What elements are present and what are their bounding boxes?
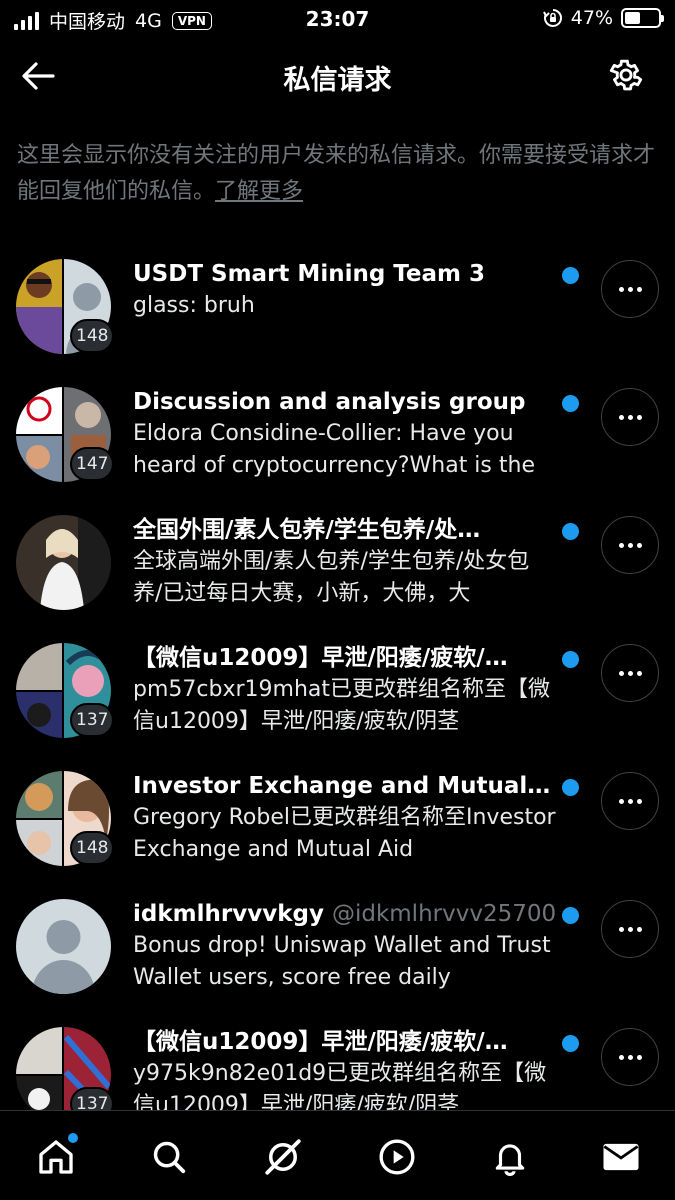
learn-more-link[interactable]: 了解更多 bbox=[215, 179, 303, 204]
battery-icon bbox=[621, 8, 664, 28]
requests-notice: 这里会显示你没有关注的用户发来的私信请求。你需要接受请求才能回复他们的私信。了解… bbox=[17, 138, 662, 210]
message-preview: 全球高端外围/素人包养/学生包养/处女包养/已过每日大赛，小新，大佛，大 bbox=[133, 549, 530, 606]
conversation-title: 全国外围/素人包养/学生包养/处… bbox=[133, 517, 481, 543]
tab-notifications[interactable] bbox=[486, 1133, 534, 1181]
notification-dot bbox=[68, 1133, 78, 1143]
page-title: 私信请求 bbox=[283, 65, 392, 96]
tab-video[interactable] bbox=[373, 1133, 421, 1181]
settings-button[interactable] bbox=[605, 54, 647, 96]
search-icon bbox=[153, 1141, 186, 1174]
status-bar: 中国移动 4G VPN 23:07 47% bbox=[0, 0, 675, 38]
conversation-name: Investor Exchange and Mutual Ai… bbox=[133, 770, 558, 802]
unread-dot bbox=[562, 395, 579, 412]
conversation-name: USDT Smart Mining Team 3 bbox=[133, 258, 558, 290]
user-handle: @idkmlhrvvv25700 bbox=[331, 901, 557, 927]
unread-dot bbox=[562, 907, 579, 924]
member-count-badge: 137 bbox=[70, 1087, 115, 1110]
conversation-title: 【微信u12009】早泄/阳痿/疲软/… bbox=[133, 1029, 508, 1055]
member-count-badge: 137 bbox=[70, 703, 115, 737]
tab-home[interactable] bbox=[32, 1133, 80, 1181]
bottom-tab-bar bbox=[0, 1110, 675, 1200]
unread-dot bbox=[562, 779, 579, 796]
grok-icon bbox=[265, 1139, 301, 1175]
conversation-name: Discussion and analysis group bbox=[133, 386, 558, 418]
message-preview: glass: bruh bbox=[133, 293, 255, 318]
more-options-button[interactable] bbox=[601, 772, 659, 830]
list-item[interactable]: 137 【微信u12009】早泄/阳痿/疲软/… pm57cbxr19mhat已… bbox=[0, 624, 675, 752]
more-options-button[interactable] bbox=[601, 516, 659, 574]
more-options-button[interactable] bbox=[601, 388, 659, 446]
list-item[interactable]: 137 【微信u12009】早泄/阳痿/疲软/… y975k9n82e01d9已… bbox=[0, 1008, 675, 1110]
more-options-button[interactable] bbox=[601, 260, 659, 318]
conversation-title: Discussion and analysis group bbox=[133, 389, 526, 415]
unread-dot bbox=[562, 523, 579, 540]
home-icon bbox=[39, 1140, 73, 1174]
list-item[interactable]: 全国外围/素人包养/学生包养/处… 全球高端外围/素人包养/学生包养/处女包养/… bbox=[0, 496, 675, 624]
conversation-name: 全国外围/素人包养/学生包养/处… bbox=[133, 514, 558, 546]
user-avatar bbox=[16, 515, 111, 610]
message-preview: Bonus drop! Uniswap Wallet and Trust Wal… bbox=[133, 933, 551, 990]
conversation-name: 【微信u12009】早泄/阳痿/疲软/… bbox=[133, 642, 558, 674]
rotation-lock-icon bbox=[542, 9, 562, 27]
conversation-title: USDT Smart Mining Team 3 bbox=[133, 261, 486, 287]
more-options-button[interactable] bbox=[601, 900, 659, 958]
message-preview: Gregory Robel已更改群组名称至Investor Exchange a… bbox=[133, 805, 556, 862]
bell-icon bbox=[495, 1144, 525, 1176]
list-item[interactable]: 148 Investor Exchange and Mutual Ai… Gre… bbox=[0, 752, 675, 880]
member-count-badge: 148 bbox=[70, 319, 115, 353]
unread-dot bbox=[562, 651, 579, 668]
conversation-title: idkmlhrvvvkgy bbox=[133, 901, 324, 927]
member-count-badge: 148 bbox=[70, 831, 115, 865]
message-preview: y975k9n82e01d9已更改群组名称至【微信u12009】早泄/阳痿/疲软… bbox=[133, 1061, 547, 1110]
more-options-button[interactable] bbox=[601, 1028, 659, 1086]
message-preview: Eldora Considine-Collier: Have you heard… bbox=[133, 421, 535, 478]
header: 私信请求 bbox=[0, 42, 675, 112]
unread-dot bbox=[562, 1035, 579, 1052]
conversation-name: idkmlhrvvvkgy @idkmlhrvvv25700 bbox=[133, 898, 558, 930]
request-list: 148 USDT Smart Mining Team 3 glass: bruh… bbox=[0, 240, 675, 1110]
member-count-badge: 147 bbox=[70, 447, 115, 481]
list-item[interactable]: 147 Discussion and analysis group Eldora… bbox=[0, 368, 675, 496]
list-item[interactable]: idkmlhrvvvkgy @idkmlhrvvv25700 Bonus dro… bbox=[0, 880, 675, 1008]
tab-grok[interactable] bbox=[259, 1133, 307, 1181]
conversation-name: 【微信u12009】早泄/阳痿/疲软/… bbox=[133, 1026, 558, 1058]
default-avatar bbox=[16, 899, 111, 994]
tab-search[interactable] bbox=[145, 1133, 193, 1181]
video-icon bbox=[379, 1139, 415, 1175]
list-item[interactable]: 148 USDT Smart Mining Team 3 glass: bruh bbox=[0, 240, 675, 368]
gear-icon bbox=[609, 59, 643, 91]
battery-percent: 47% bbox=[570, 7, 613, 29]
mail-icon bbox=[603, 1143, 639, 1171]
conversation-title: Investor Exchange and Mutual Ai… bbox=[133, 773, 558, 799]
battery-fill bbox=[625, 12, 641, 24]
message-preview: pm57cbxr19mhat已更改群组名称至【微信u12009】早泄/阳痿/疲软… bbox=[133, 677, 550, 734]
conversation-title: 【微信u12009】早泄/阳痿/疲软/… bbox=[133, 645, 508, 671]
more-options-button[interactable] bbox=[601, 644, 659, 702]
unread-dot bbox=[562, 267, 579, 284]
notice-text: 这里会显示你没有关注的用户发来的私信请求。你需要接受请求才能回复他们的私信。 bbox=[17, 143, 656, 204]
tab-messages[interactable] bbox=[597, 1133, 645, 1181]
